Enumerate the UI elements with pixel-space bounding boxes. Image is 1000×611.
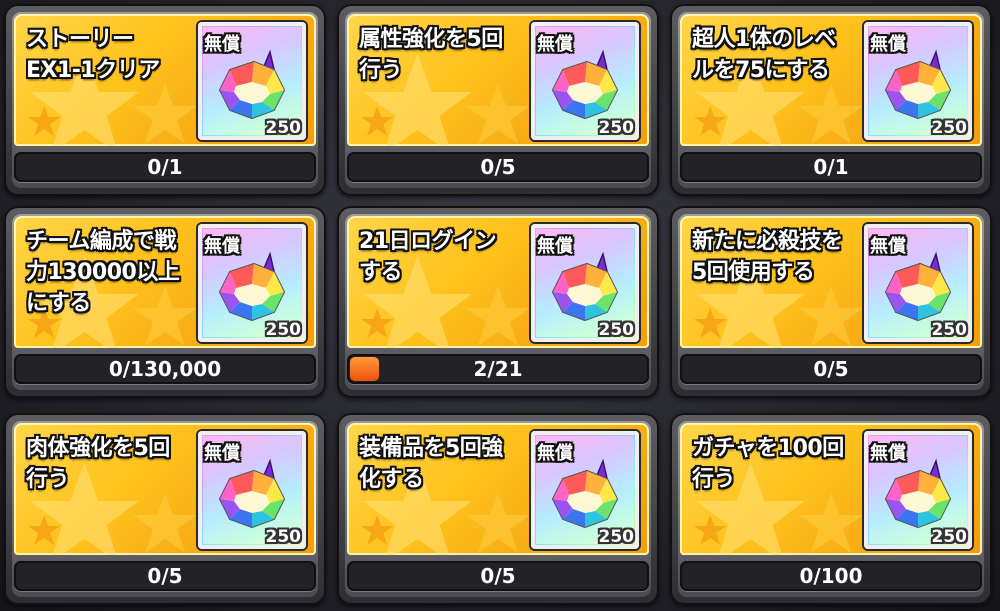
mission-panel: ストーリー EX1-1クリア 無償 250 xyxy=(14,14,316,146)
mission-panel: 超人1体のレベ ルを75にする 無償 250 xyxy=(680,14,982,146)
reward-type-label: 無償 xyxy=(870,34,906,55)
rainbow-gem-icon xyxy=(218,458,286,529)
reward-amount: 250 xyxy=(931,118,968,138)
reward-type-label: 無償 xyxy=(204,443,240,464)
mission-card-frame: 21日ログイン する 無償 250 2/21 xyxy=(345,214,651,390)
mission-card[interactable]: ストーリー EX1-1クリア 無償 250 0/1 xyxy=(4,4,326,196)
mission-card[interactable]: 肉体強化を5回 行う 無償 250 0/5 xyxy=(4,413,326,605)
mission-title: 21日ログイン する xyxy=(359,229,497,285)
progress-text: 0/5 xyxy=(813,357,849,381)
progress-bar: 0/130,000 xyxy=(14,354,316,384)
progress-bar: 0/1 xyxy=(680,152,982,182)
reward-box: 無償 250 xyxy=(198,22,306,140)
rainbow-gem-icon xyxy=(551,458,619,529)
reward-type-label: 無償 xyxy=(537,236,573,257)
progress-text: 0/130,000 xyxy=(108,357,222,381)
reward-type-label: 無償 xyxy=(204,34,240,55)
mission-card-frame: 装備品を5回強 化する 無償 250 0/5 xyxy=(345,421,651,597)
progress-bar: 0/5 xyxy=(14,561,316,591)
mission-panel: 属性強化を5回 行う 無償 250 xyxy=(347,14,649,146)
reward-box: 無償 250 xyxy=(531,22,639,140)
mission-title: ガチャを100回 行う xyxy=(692,436,844,492)
mission-panel: チーム編成で戦 力130000以上 にする 無償 250 xyxy=(14,216,316,348)
mission-panel: 新たに必殺技を 5回使用する 無償 250 xyxy=(680,216,982,348)
mission-card-frame: ガチャを100回 行う 無償 250 0/100 xyxy=(678,421,984,597)
progress-text: 0/1 xyxy=(813,155,849,179)
progress-bar: 0/5 xyxy=(347,152,649,182)
mission-panel: 装備品を5回強 化する 無償 250 xyxy=(347,423,649,555)
progress-bar: 0/5 xyxy=(680,354,982,384)
mission-card[interactable]: 超人1体のレベ ルを75にする 無償 250 0/1 xyxy=(670,4,992,196)
mission-card-frame: 超人1体のレベ ルを75にする 無償 250 0/1 xyxy=(678,12,984,188)
mission-card[interactable]: 装備品を5回強 化する 無償 250 0/5 xyxy=(337,413,659,605)
progress-text: 0/100 xyxy=(799,564,863,588)
mission-card[interactable]: 21日ログイン する 無償 250 2/21 xyxy=(337,206,659,398)
rainbow-gem-icon xyxy=(884,49,952,120)
progress-text: 0/1 xyxy=(147,155,183,179)
mission-card-frame: 肉体強化を5回 行う 無償 250 0/5 xyxy=(12,421,318,597)
mission-card[interactable]: 新たに必殺技を 5回使用する 無償 250 0/5 xyxy=(670,206,992,398)
reward-type-label: 無償 xyxy=(870,236,906,257)
reward-box: 無償 250 xyxy=(864,224,972,342)
mission-grid: ストーリー EX1-1クリア 無償 250 0/1 属性強化を5回 行う 無償 … xyxy=(0,0,1000,611)
reward-type-label: 無償 xyxy=(870,443,906,464)
mission-title: 属性強化を5回 行う xyxy=(359,27,503,83)
mission-card-frame: ストーリー EX1-1クリア 無償 250 0/1 xyxy=(12,12,318,188)
rainbow-gem-icon xyxy=(551,251,619,322)
mission-card[interactable]: チーム編成で戦 力130000以上 にする 無償 250 0/130,000 xyxy=(4,206,326,398)
progress-bar: 0/100 xyxy=(680,561,982,591)
mission-card[interactable]: ガチャを100回 行う 無償 250 0/100 xyxy=(670,413,992,605)
reward-box: 無償 250 xyxy=(198,224,306,342)
reward-type-label: 無償 xyxy=(204,236,240,257)
mission-panel: 21日ログイン する 無償 250 xyxy=(347,216,649,348)
mission-card[interactable]: 属性強化を5回 行う 無償 250 0/5 xyxy=(337,4,659,196)
reward-box: 無償 250 xyxy=(198,431,306,549)
progress-text: 0/5 xyxy=(480,564,516,588)
rainbow-gem-icon xyxy=(884,251,952,322)
progress-text: 0/5 xyxy=(480,155,516,179)
progress-bar: 0/5 xyxy=(347,561,649,591)
reward-amount: 250 xyxy=(598,320,635,340)
mission-title: 超人1体のレベ ルを75にする xyxy=(692,27,836,83)
reward-box: 無償 250 xyxy=(864,22,972,140)
mission-title: 装備品を5回強 化する xyxy=(359,436,503,492)
progress-bar: 0/1 xyxy=(14,152,316,182)
reward-amount: 250 xyxy=(265,527,302,547)
progress-bar: 2/21 xyxy=(347,354,649,384)
mission-card-frame: チーム編成で戦 力130000以上 にする 無償 250 0/130,000 xyxy=(12,214,318,390)
reward-amount: 250 xyxy=(598,527,635,547)
progress-text: 2/21 xyxy=(473,357,523,381)
mission-title: ストーリー EX1-1クリア xyxy=(26,27,160,83)
rainbow-gem-icon xyxy=(884,458,952,529)
reward-amount: 250 xyxy=(931,320,968,340)
reward-type-label: 無償 xyxy=(537,34,573,55)
mission-title: チーム編成で戦 力130000以上 にする xyxy=(26,229,180,316)
reward-amount: 250 xyxy=(265,118,302,138)
reward-type-label: 無償 xyxy=(537,443,573,464)
reward-box: 無償 250 xyxy=(864,431,972,549)
reward-amount: 250 xyxy=(598,118,635,138)
mission-title: 肉体強化を5回 行う xyxy=(26,436,170,492)
mission-panel: 肉体強化を5回 行う 無償 250 xyxy=(14,423,316,555)
mission-card-frame: 新たに必殺技を 5回使用する 無償 250 0/5 xyxy=(678,214,984,390)
mission-title: 新たに必殺技を 5回使用する xyxy=(692,229,843,285)
rainbow-gem-icon xyxy=(218,49,286,120)
rainbow-gem-icon xyxy=(218,251,286,322)
mission-card-frame: 属性強化を5回 行う 無償 250 0/5 xyxy=(345,12,651,188)
progress-text: 0/5 xyxy=(147,564,183,588)
rainbow-gem-icon xyxy=(551,49,619,120)
reward-amount: 250 xyxy=(931,527,968,547)
mission-panel: ガチャを100回 行う 無償 250 xyxy=(680,423,982,555)
reward-box: 無償 250 xyxy=(531,224,639,342)
reward-box: 無償 250 xyxy=(531,431,639,549)
reward-amount: 250 xyxy=(265,320,302,340)
